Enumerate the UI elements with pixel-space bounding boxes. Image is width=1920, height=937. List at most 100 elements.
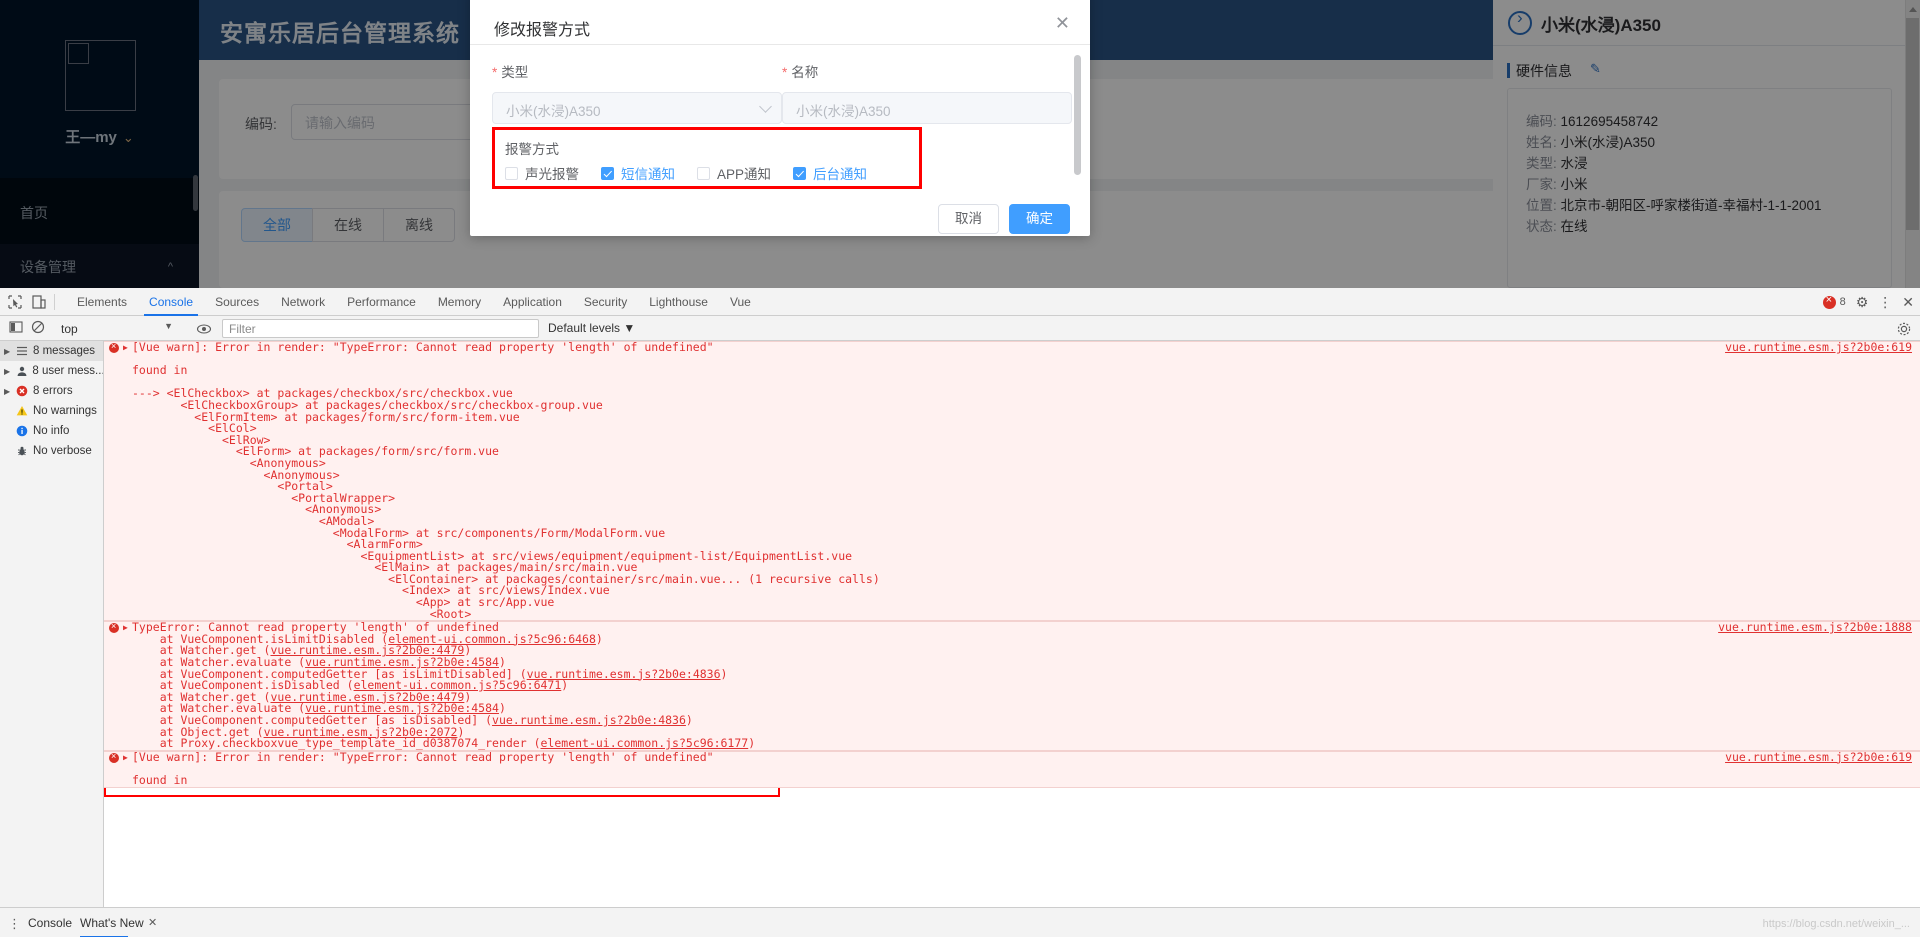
chevron-right-icon: ▶ bbox=[4, 386, 11, 396]
bug-icon bbox=[14, 445, 30, 457]
tab-lighthouse[interactable]: Lighthouse bbox=[638, 288, 719, 316]
source-link[interactable]: vue.runtime.esm.js?2b0e:4836 bbox=[492, 713, 686, 727]
console-message-title: ▶ [Vue warn]: Error in render: "TypeError… bbox=[104, 341, 1920, 354]
tab-memory[interactable]: Memory bbox=[427, 288, 492, 316]
checkbox-app-notify[interactable]: APP通知 bbox=[697, 163, 771, 183]
name-field: * 名称 小米(水浸)A350 bbox=[782, 61, 1072, 124]
console-message[interactable]: ▶TypeError: Cannot read property 'length… bbox=[104, 621, 1920, 751]
console-message-line: <ElForm> at packages/form/src/form.vue bbox=[132, 444, 499, 459]
sidebar-item-messages[interactable]: ▶ 8 messages bbox=[0, 341, 103, 361]
sidebar-item-label: No info bbox=[33, 425, 70, 437]
sidebar-item-warnings[interactable]: No warnings bbox=[0, 401, 103, 421]
modal-scrollbar[interactable] bbox=[1074, 55, 1081, 175]
devtools-panel: Elements Console Sources Network Perform… bbox=[0, 288, 1920, 937]
error-icon bbox=[109, 751, 119, 763]
expand-triangle-icon[interactable]: ▶ bbox=[123, 622, 128, 634]
console-filter-input[interactable]: Filter bbox=[222, 319, 539, 338]
expand-triangle-icon[interactable]: ▶ bbox=[123, 752, 128, 764]
name-label-text: 名称 bbox=[791, 65, 819, 80]
console-message-line: <ElFormItem> at packages/form/src/form-i… bbox=[132, 409, 520, 424]
sidebar-item-user-messages[interactable]: ▶ 8 user mess... bbox=[0, 361, 103, 381]
checkbox-box bbox=[505, 166, 518, 180]
sidebar-item-info[interactable]: No info bbox=[0, 421, 103, 441]
filter-placeholder: Filter bbox=[229, 322, 256, 336]
console-entries: ▶ [Vue warn]: Error in render: "TypeError… bbox=[104, 341, 1920, 788]
user-icon bbox=[14, 365, 30, 377]
log-level-value: Default levels bbox=[548, 321, 621, 335]
confirm-button[interactable]: 确定 bbox=[1009, 204, 1070, 234]
tab-application[interactable]: Application bbox=[492, 288, 573, 316]
info-icon bbox=[14, 425, 30, 437]
sidebar-item-label: No verbose bbox=[33, 445, 92, 457]
tab-performance[interactable]: Performance bbox=[336, 288, 427, 316]
tab-console[interactable]: Console bbox=[138, 288, 204, 316]
watermark: https://blog.csdn.net/weixin_... bbox=[1762, 918, 1910, 930]
name-input-value: 小米(水浸)A350 bbox=[796, 104, 891, 119]
settings-gear-icon[interactable]: ⚙ bbox=[1856, 294, 1869, 311]
checkbox-backend-notify[interactable]: 后台通知 bbox=[793, 163, 867, 183]
clear-sidebar-icon[interactable] bbox=[8, 319, 24, 340]
console-message-line bbox=[104, 763, 1920, 775]
clear-console-icon[interactable] bbox=[30, 319, 46, 340]
warning-icon bbox=[14, 405, 30, 417]
checkbox-sound-light-alarm[interactable]: 声光报警 bbox=[505, 163, 579, 183]
cancel-button[interactable]: 取消 bbox=[938, 204, 999, 234]
more-options-icon[interactable]: ⋮ bbox=[1878, 294, 1892, 311]
console-message-line: <Anonymous> bbox=[132, 455, 326, 470]
execution-context-selector[interactable]: top ▼ bbox=[52, 319, 182, 338]
more-tools-icon[interactable]: ⋮ bbox=[8, 916, 21, 932]
live-expression-icon[interactable] bbox=[196, 321, 212, 342]
error-count-badge[interactable]: 8 bbox=[1822, 294, 1846, 309]
expand-triangle-icon[interactable]: ▶ bbox=[123, 342, 128, 354]
modal-footer: 取消 确定 bbox=[928, 204, 1070, 234]
devtools-toolbar-right: 8 ⚙ ⋮ ✕ bbox=[1822, 288, 1914, 316]
console-message-line: found in bbox=[132, 772, 188, 787]
console-message-line: <Anonymous> bbox=[132, 502, 382, 517]
sidebar-item-errors[interactable]: ▶ 8 errors bbox=[0, 381, 103, 401]
devtools-tabbar: Elements Console Sources Network Perform… bbox=[0, 288, 1920, 316]
source-link[interactable]: element-ui.common.js?5c96:6177 bbox=[541, 736, 749, 750]
toggle-device-toolbar-icon[interactable] bbox=[30, 293, 48, 311]
log-level-selector[interactable]: Default levels ▼ bbox=[548, 321, 635, 335]
drawer-tab-whats-new[interactable]: What's New bbox=[80, 908, 144, 937]
close-icon[interactable]: ✕ bbox=[1055, 14, 1070, 32]
console-message-line bbox=[104, 354, 1920, 366]
close-icon[interactable]: ✕ bbox=[148, 916, 157, 929]
tab-security[interactable]: Security bbox=[573, 288, 638, 316]
message-text: [Vue warn]: Error in render: "TypeError:… bbox=[132, 749, 714, 764]
sidebar-item-label: 8 user mess... bbox=[32, 365, 104, 377]
chevron-right-icon: ▶ bbox=[4, 366, 11, 376]
drawer-tab-console[interactable]: Console bbox=[28, 908, 72, 937]
modal-body: * 类型 小米(水浸)A350 * 名称 小米(水浸)A350 报警方式 声光报… bbox=[470, 45, 1090, 236]
tab-sources[interactable]: Sources bbox=[204, 288, 270, 316]
console-message[interactable]: ▶ [Vue warn]: Error in render: "TypeError… bbox=[104, 749, 1920, 788]
name-input[interactable]: 小米(水浸)A350 bbox=[782, 92, 1072, 124]
tab-network[interactable]: Network bbox=[270, 288, 336, 316]
message-source-link[interactable]: vue.runtime.esm.js?2b0e:619 bbox=[1725, 751, 1912, 764]
console-message[interactable]: ▶ [Vue warn]: Error in render: "TypeError… bbox=[104, 341, 1920, 622]
checkbox-sms-notify[interactable]: 短信通知 bbox=[601, 163, 675, 183]
inspect-element-icon[interactable] bbox=[6, 293, 24, 311]
chevron-down-icon bbox=[759, 100, 772, 113]
type-select[interactable]: 小米(水浸)A350 bbox=[492, 92, 782, 124]
alarm-method-checkbox-group: 声光报警 短信通知 APP通知 后台通知 bbox=[505, 163, 889, 183]
name-label: * 名称 bbox=[782, 61, 1072, 81]
console-message-line: <Root> bbox=[132, 606, 472, 621]
checkbox-label: 声光报警 bbox=[525, 167, 579, 182]
chevron-right-icon: ▶ bbox=[4, 346, 11, 356]
error-icon bbox=[109, 341, 119, 353]
console-sidebar: ▶ 8 messages ▶ 8 user mess... ▶ 8 errors bbox=[0, 341, 104, 907]
message-source-link[interactable]: vue.runtime.esm.js?2b0e:1888 bbox=[1718, 622, 1912, 634]
tab-elements[interactable]: Elements bbox=[66, 288, 138, 316]
console-settings-icon[interactable] bbox=[1896, 321, 1912, 342]
close-devtools-icon[interactable]: ✕ bbox=[1902, 294, 1914, 311]
edit-alarm-modal: 修改报警方式 ✕ *类型 小米(水浸)A350 *名称 小米(水浸)A350 bbox=[470, 0, 1090, 236]
tab-vue[interactable]: Vue bbox=[719, 288, 762, 316]
message-source-link[interactable]: vue.runtime.esm.js?2b0e:619 bbox=[1725, 341, 1912, 354]
console-log-list[interactable]: ▶ [Vue warn]: Error in render: "TypeError… bbox=[104, 341, 1920, 907]
sidebar-item-verbose[interactable]: No verbose bbox=[0, 441, 103, 461]
chevron-down-icon: ▼ bbox=[164, 321, 173, 331]
error-count: 8 bbox=[1839, 296, 1846, 308]
required-mark: * bbox=[782, 65, 788, 80]
checkbox-box bbox=[601, 166, 614, 180]
